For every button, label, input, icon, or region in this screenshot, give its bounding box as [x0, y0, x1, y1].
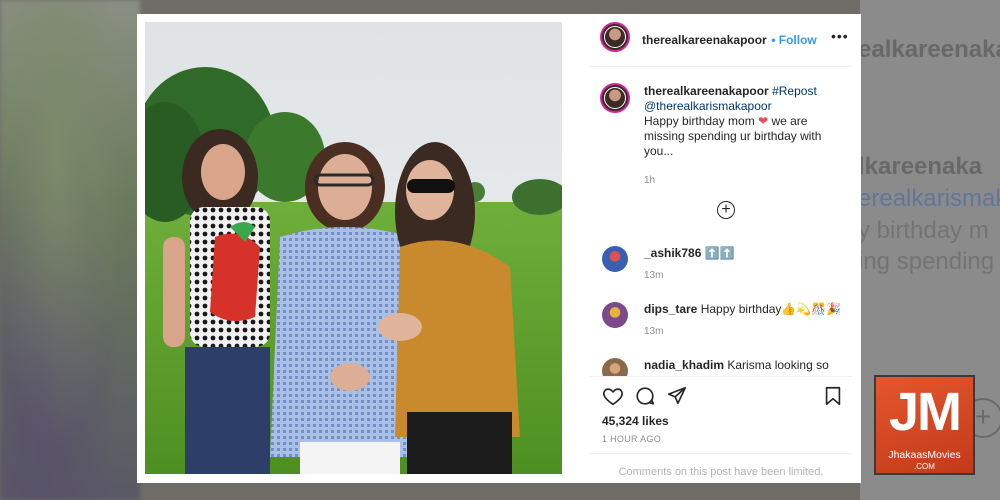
watermark-name: JhakaasMovies: [888, 449, 961, 461]
post-actions-bar: 45,324 likes 1 HOUR AGO Comments on this…: [590, 376, 852, 483]
save-bookmark-icon[interactable]: [822, 385, 844, 407]
post-header: therealkareenakapoor • Follow •••: [590, 14, 852, 67]
heart-emoji-icon: ❤: [758, 114, 769, 128]
comment-bubble-icon[interactable]: [634, 385, 656, 407]
likes-count[interactable]: 45,324 likes: [602, 414, 669, 428]
like-heart-icon[interactable]: [602, 385, 624, 407]
commenter-username[interactable]: _ashik786: [644, 246, 701, 260]
backdrop-caption-echo-1: lkareenaka: [858, 153, 983, 180]
caption-text: Happy birthday mom: [644, 114, 755, 128]
comment-timestamp[interactable]: 13m: [644, 326, 663, 337]
caption-author-avatar[interactable]: [600, 83, 630, 113]
follow-button[interactable]: Follow: [779, 33, 817, 47]
post-caption: therealkareenakapoor #Repost @therealkar…: [644, 84, 844, 188]
jhakaasmovies-watermark-logo: JM JhakaasMovies .COM: [874, 375, 975, 475]
share-paper-plane-icon[interactable]: [666, 385, 688, 407]
commenter-username[interactable]: dips_tare: [644, 302, 697, 316]
load-more-comments-plus-icon[interactable]: +: [717, 201, 735, 219]
author-username[interactable]: therealkareenakapoor: [642, 33, 767, 47]
commenter-avatar[interactable]: [602, 302, 628, 328]
post-photo[interactable]: [145, 22, 562, 474]
comments-limited-notice: Comments on this post have been limited.: [590, 453, 852, 483]
backdrop-caption-echo-3: y birthday m: [858, 217, 989, 244]
comment-item: nadia_khadim Karisma looking so: [602, 358, 852, 384]
backdrop-username-echo: ealkareenakapoor: [858, 36, 1000, 63]
post-photo-illustration: [145, 22, 562, 474]
comment-timestamp[interactable]: 13m: [644, 270, 663, 281]
post-sidebar: therealkareenakapoor • Follow ••• therea…: [590, 14, 861, 483]
comment-text: Happy birthday👍💫🎊🎉: [700, 302, 842, 316]
comment-item: _ashik786 ⬆️⬆️ 13m: [602, 246, 852, 296]
watermark-monogram: JM: [888, 382, 962, 442]
commenter-username[interactable]: nadia_khadim: [644, 358, 724, 372]
comment-text: ⬆️⬆️: [704, 246, 735, 260]
commenter-avatar[interactable]: [602, 246, 628, 272]
caption-timestamp[interactable]: 1h: [644, 173, 844, 188]
caption-mention[interactable]: @therealkarismakapoor: [644, 99, 772, 113]
watermark-domain: .COM: [914, 462, 935, 471]
posted-timestamp[interactable]: 1 HOUR AGO: [602, 434, 661, 444]
comment-text: Karisma looking so: [727, 358, 829, 372]
backdrop-photo-blur: [0, 0, 140, 500]
caption-username[interactable]: therealkareenakapoor: [644, 84, 769, 98]
caption-hashtag[interactable]: #Repost: [772, 84, 817, 98]
comment-item: dips_tare Happy birthday👍💫🎊🎉 13m: [602, 302, 852, 352]
backdrop-caption-echo-4: ing spending: [858, 248, 995, 275]
instagram-post-card: therealkareenakapoor • Follow ••• therea…: [137, 14, 861, 483]
author-avatar[interactable]: [600, 22, 630, 52]
more-options-button[interactable]: •••: [831, 28, 849, 44]
backdrop-caption-echo-2: erealkarismak: [858, 185, 1000, 212]
